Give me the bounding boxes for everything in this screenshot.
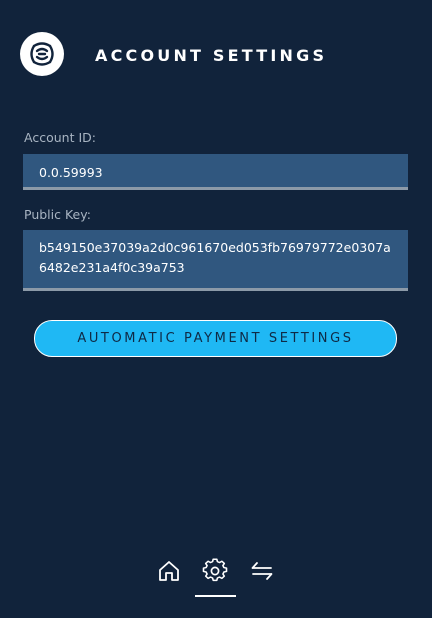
page-title: ACCOUNT SETTINGS xyxy=(95,46,328,65)
public-key-label: Public Key: xyxy=(24,207,91,222)
app-header: ACCOUNT SETTINGS xyxy=(0,0,432,110)
public-key-field[interactable]: b549150e37039a2d0c961670ed053fb76979772e… xyxy=(23,230,408,291)
gear-icon[interactable] xyxy=(202,558,228,584)
account-id-label: Account ID: xyxy=(24,130,96,145)
transfer-arrows-icon[interactable] xyxy=(249,558,275,584)
home-icon[interactable] xyxy=(156,558,182,584)
automatic-payment-settings-button[interactable]: AUTOMATIC PAYMENT SETTINGS xyxy=(34,320,397,357)
account-id-field[interactable]: 0.0.59993 xyxy=(23,154,408,190)
bottom-nav xyxy=(0,550,432,610)
active-tab-indicator xyxy=(195,595,236,597)
hbar-swirl-logo-icon xyxy=(20,32,64,76)
